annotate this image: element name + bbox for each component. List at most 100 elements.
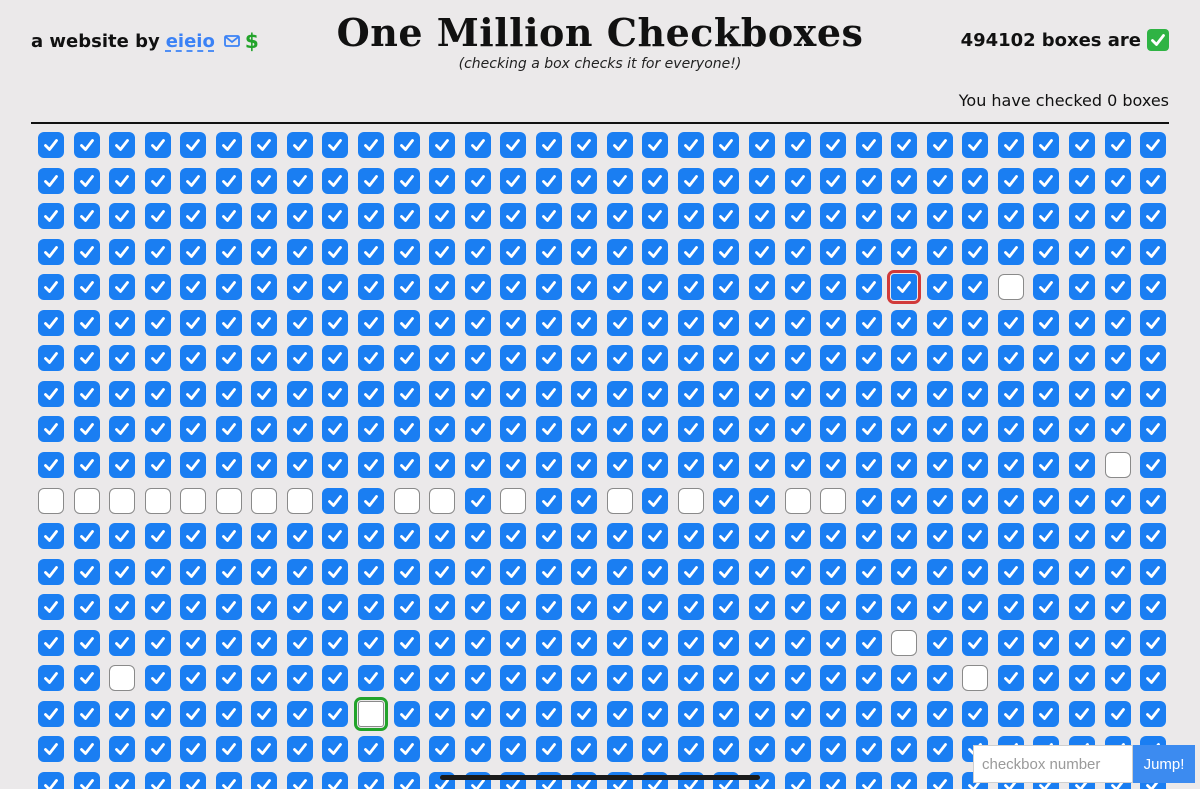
- checkbox-checked[interactable]: [891, 452, 917, 478]
- checkbox-checked[interactable]: [74, 772, 100, 789]
- checkbox-checked[interactable]: [891, 239, 917, 265]
- scroll-indicator[interactable]: [440, 775, 760, 780]
- checkbox-checked[interactable]: [322, 559, 348, 585]
- checkbox-checked[interactable]: [145, 772, 171, 789]
- checkbox-checked[interactable]: [891, 132, 917, 158]
- checkbox-checked[interactable]: [74, 701, 100, 727]
- checkbox-checked[interactable]: [891, 665, 917, 691]
- checkbox-checked[interactable]: [74, 168, 100, 194]
- checkbox-checked[interactable]: [429, 381, 455, 407]
- checkbox-checked[interactable]: [856, 381, 882, 407]
- checkbox-checked[interactable]: [109, 594, 135, 620]
- checkbox-checked[interactable]: [713, 452, 739, 478]
- checkbox-checked[interactable]: [322, 203, 348, 229]
- checkbox-checked[interactable]: [962, 452, 988, 478]
- checkbox-checked[interactable]: [856, 452, 882, 478]
- checkbox-checked[interactable]: [145, 665, 171, 691]
- checkbox-checked[interactable]: [500, 168, 526, 194]
- checkbox-checked[interactable]: [1033, 594, 1059, 620]
- checkbox-checked[interactable]: [1140, 523, 1166, 549]
- checkbox-unchecked[interactable]: [109, 488, 135, 514]
- checkbox-checked[interactable]: [820, 559, 846, 585]
- checkbox-checked[interactable]: [607, 239, 633, 265]
- checkbox-checked[interactable]: [962, 310, 988, 336]
- checkbox-unchecked[interactable]: [607, 488, 633, 514]
- checkbox-checked[interactable]: [820, 310, 846, 336]
- checkbox-checked[interactable]: [394, 239, 420, 265]
- checkbox-unchecked[interactable]: [785, 488, 811, 514]
- checkbox-checked[interactable]: [536, 630, 562, 656]
- checkbox-checked[interactable]: [74, 523, 100, 549]
- checkbox-checked[interactable]: [1105, 203, 1131, 229]
- checkbox-unchecked[interactable]: [145, 488, 171, 514]
- checkbox-checked[interactable]: [998, 452, 1024, 478]
- checkbox-checked[interactable]: [642, 452, 668, 478]
- checkbox-checked[interactable]: [38, 559, 64, 585]
- checkbox-checked[interactable]: [394, 168, 420, 194]
- checkbox-checked[interactable]: [322, 452, 348, 478]
- checkbox-checked[interactable]: [180, 701, 206, 727]
- checkbox-checked[interactable]: [998, 132, 1024, 158]
- checkbox-checked[interactable]: [180, 736, 206, 762]
- checkbox-checked[interactable]: [571, 701, 597, 727]
- checkbox-checked[interactable]: [607, 523, 633, 549]
- checkbox-checked[interactable]: [642, 488, 668, 514]
- checkbox-checked[interactable]: [820, 630, 846, 656]
- checkbox-checked[interactable]: [891, 736, 917, 762]
- checkbox-checked[interactable]: [998, 488, 1024, 514]
- checkbox-checked[interactable]: [500, 381, 526, 407]
- checkbox-checked[interactable]: [713, 594, 739, 620]
- checkbox-checked[interactable]: [642, 274, 668, 300]
- checkbox-checked[interactable]: [465, 452, 491, 478]
- checkbox-checked[interactable]: [287, 701, 313, 727]
- checkbox-checked[interactable]: [394, 203, 420, 229]
- checkbox-checked[interactable]: [38, 523, 64, 549]
- checkbox-checked[interactable]: [394, 594, 420, 620]
- checkbox-checked[interactable]: [287, 665, 313, 691]
- checkbox-checked[interactable]: [1105, 701, 1131, 727]
- checkbox-checked[interactable]: [642, 203, 668, 229]
- checkbox-checked[interactable]: [109, 736, 135, 762]
- checkbox-checked[interactable]: [820, 416, 846, 442]
- checkbox-checked[interactable]: [998, 523, 1024, 549]
- checkbox-checked[interactable]: [322, 239, 348, 265]
- checkbox-checked[interactable]: [1140, 239, 1166, 265]
- checkbox-checked[interactable]: [358, 381, 384, 407]
- checkbox-checked[interactable]: [429, 630, 455, 656]
- checkbox-checked[interactable]: [678, 168, 704, 194]
- checkbox-checked[interactable]: [749, 381, 775, 407]
- checkbox-checked[interactable]: [571, 523, 597, 549]
- checkbox-checked[interactable]: [642, 416, 668, 442]
- checkbox-checked[interactable]: [785, 132, 811, 158]
- checkbox-checked[interactable]: [358, 630, 384, 656]
- checkbox-checked[interactable]: [820, 132, 846, 158]
- checkbox-checked[interactable]: [109, 345, 135, 371]
- checkbox-checked[interactable]: [358, 310, 384, 336]
- checkbox-checked[interactable]: [785, 701, 811, 727]
- checkbox-unchecked[interactable]: [251, 488, 277, 514]
- checkbox-checked[interactable]: [571, 630, 597, 656]
- checkbox-checked[interactable]: [109, 274, 135, 300]
- checkbox-checked[interactable]: [1033, 416, 1059, 442]
- checkbox-checked[interactable]: [358, 488, 384, 514]
- checkbox-checked[interactable]: [607, 559, 633, 585]
- checkbox-checked[interactable]: [1069, 310, 1095, 336]
- checkbox-checked[interactable]: [74, 559, 100, 585]
- checkbox-checked[interactable]: [713, 488, 739, 514]
- checkbox-checked[interactable]: [109, 203, 135, 229]
- checkbox-checked[interactable]: [1140, 310, 1166, 336]
- checkbox-checked[interactable]: [927, 452, 953, 478]
- checkbox-checked[interactable]: [180, 665, 206, 691]
- checkbox-checked[interactable]: [856, 488, 882, 514]
- checkbox-number-input[interactable]: [973, 745, 1133, 783]
- checkbox-checked[interactable]: [394, 274, 420, 300]
- checkbox-checked[interactable]: [1105, 594, 1131, 620]
- checkbox-checked[interactable]: [927, 416, 953, 442]
- checkbox-unchecked[interactable]: [216, 488, 242, 514]
- checkbox-checked[interactable]: [109, 523, 135, 549]
- checkbox-checked[interactable]: [856, 416, 882, 442]
- checkbox-checked[interactable]: [820, 523, 846, 549]
- checkbox-checked[interactable]: [38, 310, 64, 336]
- checkbox-checked[interactable]: [251, 736, 277, 762]
- checkbox-checked[interactable]: [856, 168, 882, 194]
